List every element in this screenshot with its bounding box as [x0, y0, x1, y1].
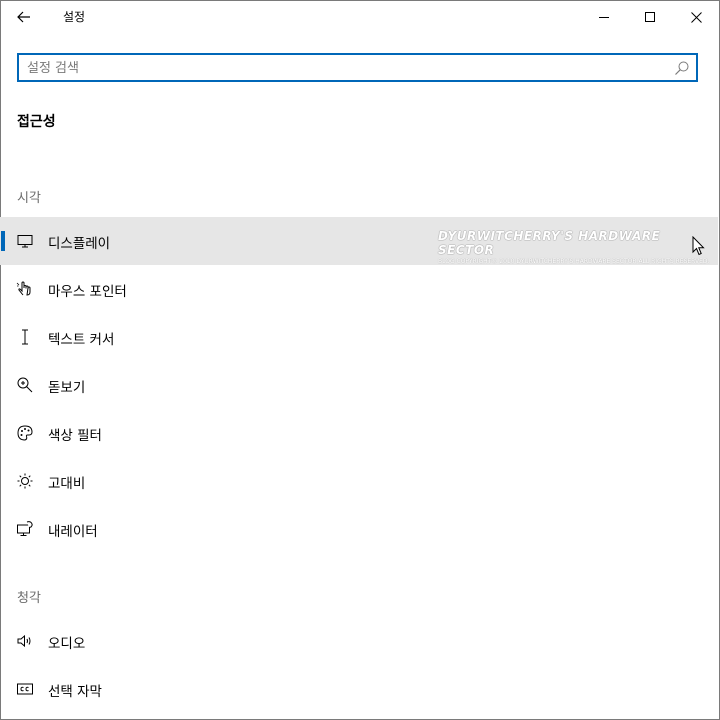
close-icon — [690, 11, 702, 23]
maximize-icon — [644, 11, 655, 22]
nav-item-label: 내레이터 — [48, 524, 98, 540]
nav-item-label: 고대비 — [48, 476, 86, 492]
nav-item-label: 돋보기 — [48, 380, 86, 396]
close-button[interactable] — [673, 0, 719, 34]
search-box[interactable] — [17, 53, 698, 82]
nav-item-display[interactable]: 디스플레이 DYURWITCHERRY'S HARDWARE SECTOR BL… — [0, 217, 718, 265]
nav-item-high-contrast[interactable]: 고대비 — [0, 457, 718, 505]
minimize-icon — [598, 16, 609, 18]
nav-item-color-filters[interactable]: 색상 필터 — [0, 409, 718, 457]
closed-caption-icon — [17, 683, 33, 695]
pointer-hand-icon — [16, 281, 31, 296]
title-bar: 설정 — [0, 0, 720, 34]
mouse-cursor-icon — [692, 236, 705, 256]
search-icon[interactable] — [674, 60, 690, 76]
nav-item-label: 텍스트 커서 — [48, 332, 115, 348]
nav-item-narrator[interactable]: 내레이터 — [0, 505, 718, 553]
window-title: 설정 — [63, 10, 86, 24]
palette-icon — [17, 425, 33, 441]
nav-item-text-cursor[interactable]: 텍스트 커서 — [0, 313, 718, 361]
narrator-icon — [17, 521, 33, 536]
nav-item-label: 디스플레이 — [48, 236, 111, 252]
sun-icon — [17, 473, 33, 489]
watermark: DYURWITCHERRY'S HARDWARE SECTOR BLOG COP… — [438, 229, 718, 265]
arrow-left-icon — [17, 11, 30, 23]
search-input[interactable] — [27, 59, 667, 77]
back-button[interactable] — [0, 0, 48, 34]
nav-item-audio[interactable]: 오디오 — [0, 617, 718, 665]
maximize-button[interactable] — [627, 0, 673, 34]
section-header-vision: 시각 — [17, 191, 41, 206]
nav-item-label: 마우스 포인터 — [48, 284, 127, 300]
nav-item-closed-captions[interactable]: 선택 자막 — [0, 665, 718, 713]
section-header-hearing: 청각 — [17, 591, 41, 606]
nav-item-magnifier[interactable]: 돋보기 — [0, 361, 718, 409]
selection-indicator — [1, 231, 5, 251]
nav-item-label: 색상 필터 — [48, 428, 102, 444]
minimize-button[interactable] — [581, 0, 627, 34]
nav-item-label: 선택 자막 — [48, 684, 102, 700]
nav-item-mouse-pointer[interactable]: 마우스 포인터 — [0, 265, 718, 313]
watermark-subtitle: BLOG COPYRIGHT© 2010 DYURWITCHERRY'S HAR… — [438, 258, 710, 265]
watermark-title: DYURWITCHERRY'S HARDWARE SECTOR — [438, 229, 661, 257]
magnifier-icon — [17, 377, 33, 393]
speaker-icon — [17, 634, 31, 648]
monitor-icon — [17, 235, 33, 248]
nav-item-label: 오디오 — [48, 636, 86, 652]
text-cursor-icon — [22, 329, 28, 345]
page-title: 접근성 — [17, 114, 56, 130]
